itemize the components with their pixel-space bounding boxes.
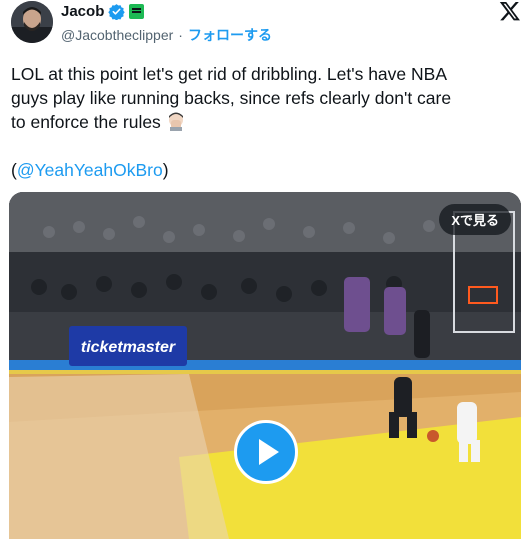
video-player[interactable]: ticketmaster Xで見る bbox=[9, 192, 521, 539]
tweet-header: Jacob @Jacobtheclipper · フォローする bbox=[11, 0, 521, 52]
tweet-text-line: to enforce the rules bbox=[11, 110, 516, 134]
mention-close-paren: ) bbox=[162, 160, 169, 180]
tweet-text-line: guys play like running backs, since refs… bbox=[11, 88, 452, 108]
play-icon[interactable] bbox=[234, 420, 298, 484]
handle[interactable]: @Jacobtheclipper bbox=[61, 27, 173, 43]
display-name[interactable]: Jacob bbox=[61, 3, 104, 20]
video-thumbnail: ticketmaster bbox=[9, 192, 521, 539]
follow-button[interactable]: フォローする bbox=[188, 25, 272, 45]
avatar[interactable] bbox=[11, 1, 53, 43]
tweet-text-line: LOL at this point let's get rid of dribb… bbox=[11, 64, 447, 84]
tweet-text-fragment: to enforce the rules bbox=[11, 112, 161, 132]
separator-dot: · bbox=[178, 27, 183, 43]
tweet-text: LOL at this point let's get rid of dribb… bbox=[11, 62, 516, 134]
mention-line: (@YeahYeahOkBro) bbox=[11, 158, 169, 182]
x-logo-icon[interactable] bbox=[499, 0, 521, 22]
facepalm-emoji-icon bbox=[166, 111, 186, 131]
mention-link[interactable]: @YeahYeahOkBro bbox=[17, 160, 163, 180]
verified-badge-icon bbox=[108, 3, 126, 21]
ticketmaster-banner-text: ticketmaster bbox=[81, 339, 176, 356]
affiliation-badge-icon[interactable] bbox=[129, 4, 145, 19]
view-on-x-button[interactable]: Xで見る bbox=[439, 204, 511, 235]
